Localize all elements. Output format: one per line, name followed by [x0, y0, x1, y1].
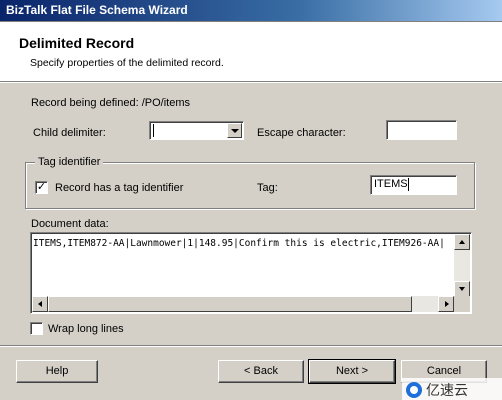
watermark-text: 亿速云	[426, 383, 468, 399]
scroll-right-icon[interactable]	[438, 296, 454, 312]
escape-character-input[interactable]	[386, 120, 457, 140]
escape-character-label: Escape character:	[257, 127, 346, 139]
footer-separator	[0, 345, 502, 347]
scrollbar-corner	[454, 296, 470, 312]
document-data-text: ITEMS,ITEM872-AA|Lawnmower|1|148.95|Conf…	[33, 238, 445, 249]
tag-identifier-group-title: Tag identifier	[35, 156, 104, 168]
page-subtitle: Specify properties of the delimited reco…	[30, 57, 224, 69]
horizontal-scrollbar[interactable]	[32, 296, 454, 312]
child-delimiter-label: Child delimiter:	[33, 127, 106, 139]
tag-input[interactable]: ITEMS	[370, 175, 457, 195]
chevron-down-icon[interactable]	[227, 123, 242, 138]
next-button[interactable]: Next >	[308, 359, 396, 384]
tag-label: Tag:	[257, 182, 278, 194]
record-path: /PO/items	[141, 97, 190, 109]
record-defined-text: Record being defined:	[31, 97, 139, 109]
tag-identifier-checkbox-label[interactable]: Record has a tag identifier	[55, 182, 183, 194]
watermark: 亿速云	[402, 378, 502, 400]
help-button[interactable]: Help	[16, 360, 98, 383]
wrap-long-lines-label[interactable]: Wrap long lines	[48, 323, 124, 335]
wizard-header: Delimited Record Specify properties of t…	[0, 22, 502, 82]
child-delimiter-select[interactable]	[149, 121, 244, 140]
window-title-bar: BizTalk Flat File Schema Wizard	[0, 0, 502, 22]
horizontal-scroll-thumb[interactable]	[48, 296, 412, 312]
document-data-label: Document data:	[31, 218, 109, 230]
checkmark-icon: ✓	[36, 181, 47, 193]
scroll-up-icon[interactable]	[454, 234, 470, 250]
tag-value: ITEMS	[374, 178, 408, 190]
page-title: Delimited Record	[19, 35, 135, 51]
tag-identifier-checkbox[interactable]: ✓	[35, 181, 48, 194]
back-button[interactable]: < Back	[218, 360, 304, 383]
scroll-left-icon[interactable]	[32, 296, 48, 312]
wrap-long-lines-checkbox[interactable]	[30, 322, 43, 335]
record-defined-label: Record being defined: /PO/items	[31, 97, 190, 109]
watermark-logo-icon	[406, 382, 422, 398]
text-caret	[153, 124, 154, 137]
vertical-scrollbar[interactable]	[454, 234, 470, 297]
document-data-pane[interactable]: ITEMS,ITEM872-AA|Lawnmower|1|148.95|Conf…	[30, 232, 472, 314]
window-title: BizTalk Flat File Schema Wizard	[6, 3, 188, 17]
text-caret	[408, 178, 409, 191]
scroll-down-icon[interactable]	[454, 281, 470, 297]
